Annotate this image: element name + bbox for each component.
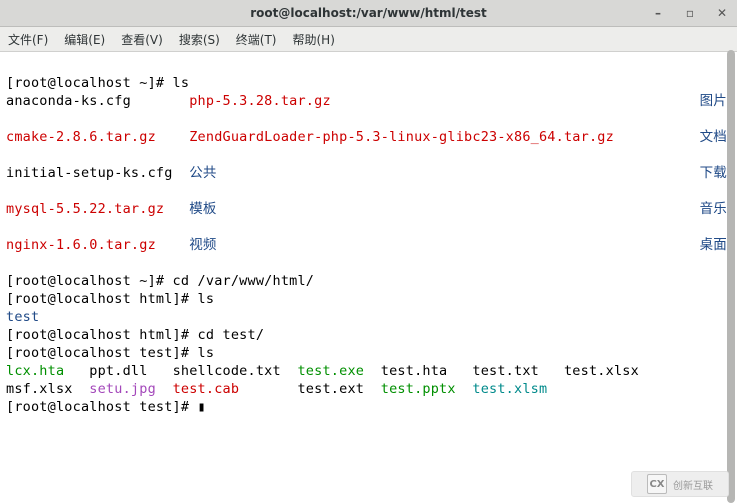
file: php-5.3.28.tar.gz [189,93,331,109]
dir: 公共 [189,165,216,181]
titlebar: root@localhost:/var/www/html/test – ▫ ✕ [0,0,737,27]
cmd-ls: ls [189,291,214,307]
file: initial-setup-ks.cfg [6,165,173,181]
window-controls: – ▫ ✕ [647,0,733,26]
close-button[interactable]: ✕ [711,4,733,22]
window-title: root@localhost:/var/www/html/test [0,6,737,20]
menu-term[interactable]: 终端(T) [234,29,279,50]
menu-edit[interactable]: 编辑(E) [62,29,107,50]
watermark-text: 创新互联 [673,477,713,492]
cmd-cd: cd test/ [189,327,264,343]
file: ZendGuardLoader-php-5.3-linux-glibc23-x8… [189,129,614,145]
prompt: [root@localhost html]# [6,291,189,307]
file: mysql-5.5.22.tar.gz [6,201,164,217]
file: setu.jpg [89,381,156,397]
cmd-ls: ls [164,75,189,91]
menu-search[interactable]: 搜索(S) [177,29,222,50]
file: lcx.hta [6,363,64,379]
menu-help[interactable]: 帮助(H) [291,29,337,50]
scrollbar[interactable] [725,50,737,503]
cmd-cd: cd /var/www/html/ [164,273,314,289]
prompt: [root@localhost ~]# [6,273,164,289]
prompt: [root@localhost test]# [6,399,189,415]
prompt: [root@localhost test]# [6,345,189,361]
prompt: [root@localhost html]# [6,327,189,343]
menu-view[interactable]: 查看(V) [119,29,165,50]
file: test.txt [472,363,539,379]
dir: 模板 [189,201,216,217]
file: test.xlsm [472,381,547,397]
scrollbar-thumb[interactable] [727,50,735,503]
file: test.cab [173,381,240,397]
cursor: ▮ [198,399,206,415]
maximize-button[interactable]: ▫ [679,4,701,22]
file: msf.xlsx [6,381,73,397]
dir: test [6,309,39,325]
file: test.hta [381,363,448,379]
menu-file[interactable]: 文件(F) [6,29,50,50]
minimize-button[interactable]: – [647,4,669,22]
menubar: 文件(F) 编辑(E) 查看(V) 搜索(S) 终端(T) 帮助(H) [0,27,737,52]
cmd-ls: ls [189,345,214,361]
file: anaconda-ks.cfg [6,93,131,109]
file: shellcode.txt [173,363,281,379]
watermark-logo-icon: CX [647,474,667,494]
file: cmake-2.8.6.tar.gz [6,129,156,145]
dir: 视频 [189,237,216,253]
file: test.pptx [381,381,456,397]
terminal[interactable]: [root@localhost ~]# ls anaconda-ks.cfg p… [0,52,737,503]
file: test.ext [297,381,364,397]
watermark: CX 创新互联 [631,471,729,497]
file: test.exe [297,363,364,379]
file: ppt.dll [89,363,147,379]
file: test.xlsx [564,363,639,379]
file: nginx-1.6.0.tar.gz [6,237,156,253]
prompt: [root@localhost ~]# [6,75,164,91]
